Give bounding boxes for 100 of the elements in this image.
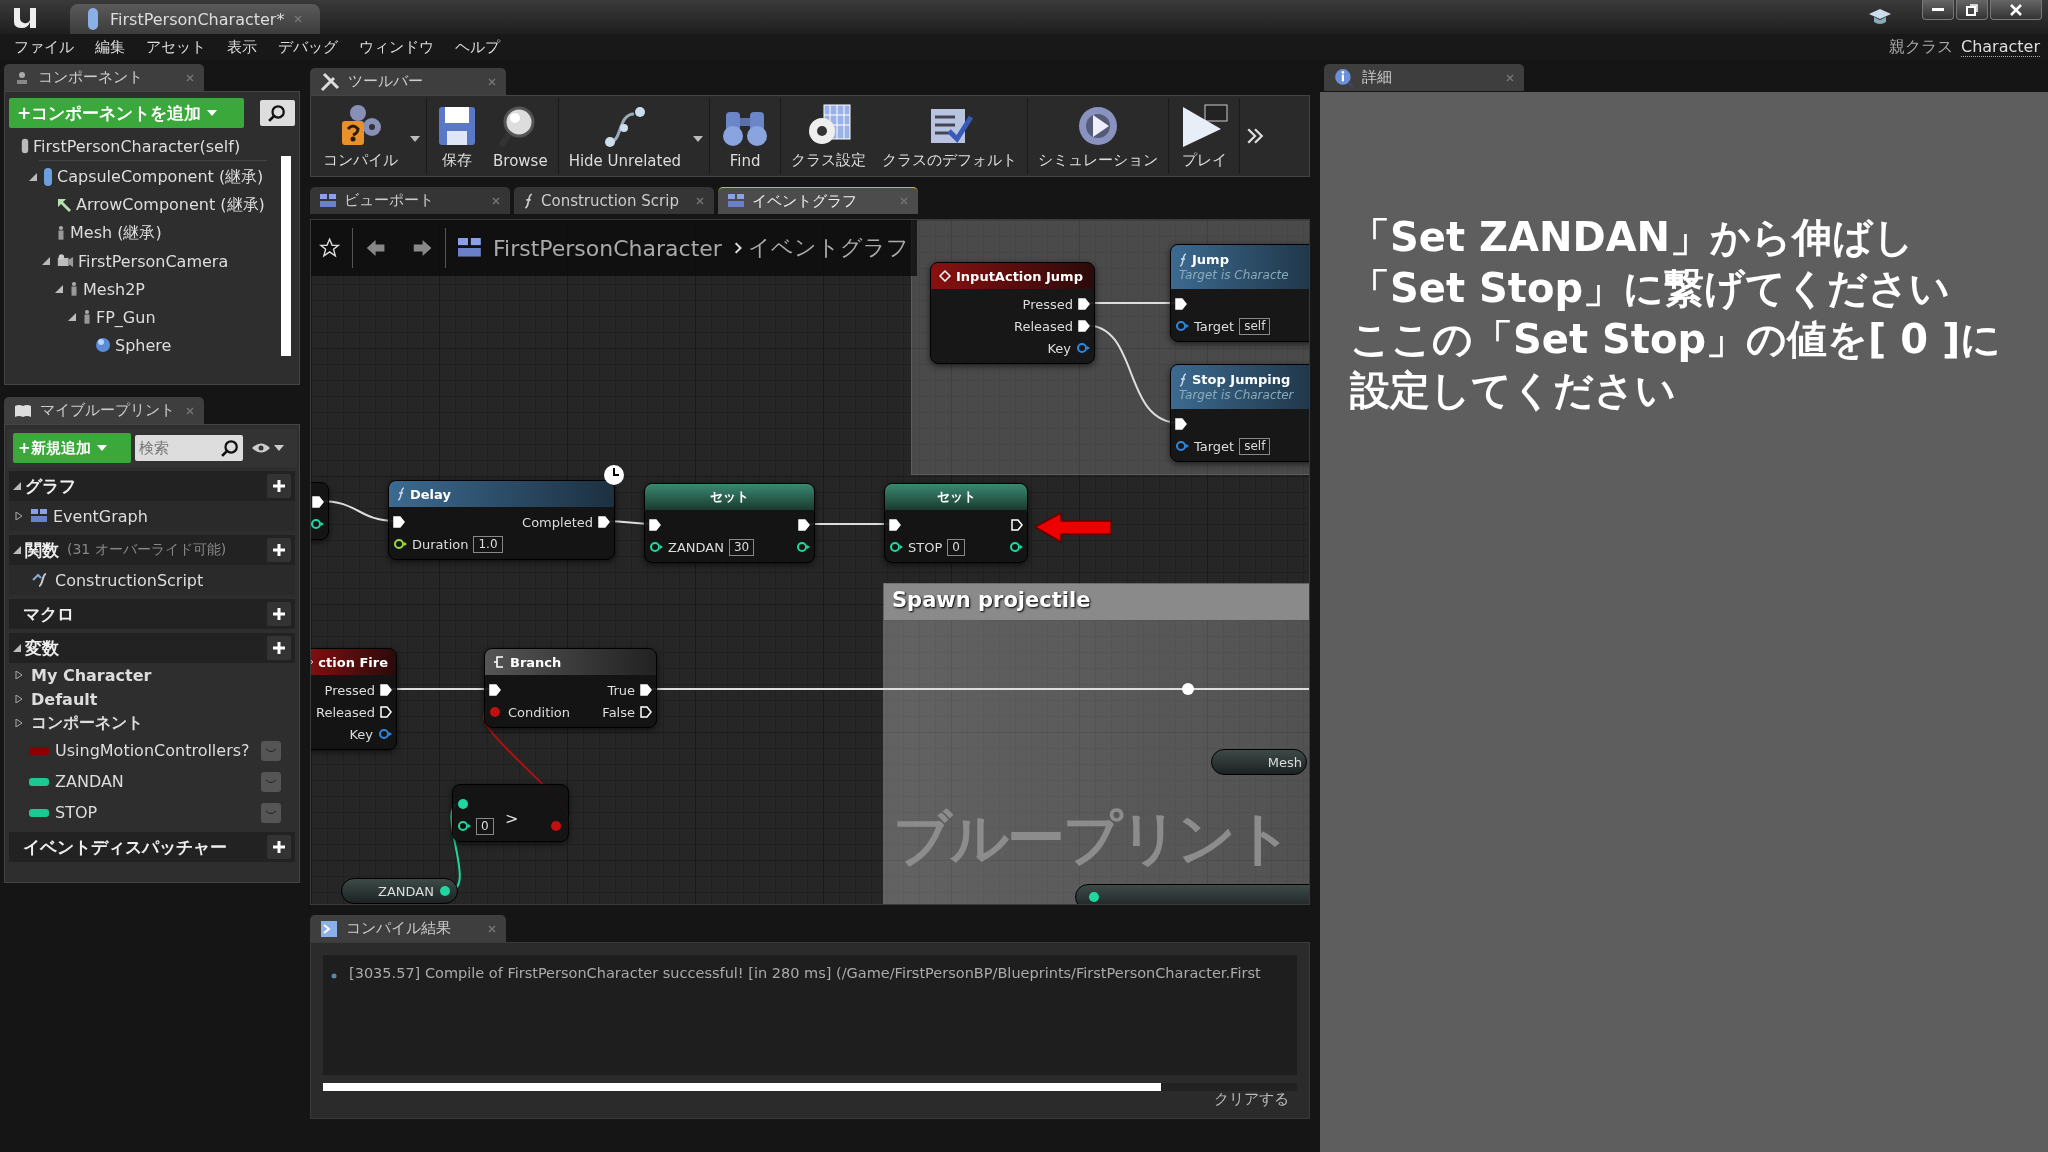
graph-node[interactable]: Branch True Condition False — [484, 648, 657, 728]
toolbar-button[interactable]: 保存 — [429, 98, 485, 174]
toolbar-button[interactable]: Browse — [485, 98, 556, 174]
document-tab[interactable]: Construction Scrip — [514, 187, 714, 214]
tree-item[interactable]: FirstPersonCamera — [9, 247, 271, 275]
data-pin-icon[interactable] — [457, 820, 471, 832]
exec-pin-icon[interactable] — [312, 496, 324, 508]
exec-pin-icon[interactable] — [1175, 418, 1187, 430]
graph-node[interactable]: セット STOP 0 — [884, 483, 1028, 563]
tree-item[interactable]: Mesh2P — [9, 275, 271, 303]
variable-item[interactable]: ZANDAN — [9, 766, 295, 797]
exec-pin-icon[interactable] — [598, 516, 610, 528]
graduation-cap-icon[interactable] — [1868, 7, 1892, 27]
tree-item[interactable]: FP_Gun — [9, 303, 271, 331]
data-pin-icon[interactable] — [1009, 541, 1023, 553]
graph-node[interactable]: Stop Jumping Target is Character Target self — [1170, 364, 1309, 462]
category-item[interactable]: コンポーネント — [9, 711, 295, 735]
document-tab[interactable]: FirstPersonCharacter* — [70, 4, 320, 34]
expand-arrow-icon[interactable] — [15, 719, 23, 727]
menu-item[interactable]: ファイル — [8, 37, 89, 57]
value-field[interactable]: 0 — [947, 538, 965, 556]
clear-button[interactable]: クリアする — [1208, 1089, 1295, 1110]
document-tab[interactable]: ビューポート — [310, 187, 510, 214]
graph-node[interactable]: Delay Completed Duration 1.0 — [388, 480, 615, 560]
close-button[interactable] — [1990, 0, 2042, 20]
exec-pin-icon[interactable] — [640, 706, 652, 718]
close-icon[interactable] — [186, 406, 194, 415]
variable-item[interactable]: STOP — [9, 797, 295, 828]
expand-arrow-icon[interactable] — [15, 512, 23, 520]
breadcrumb-item[interactable]: イベントグラフ — [748, 233, 909, 263]
graph-node[interactable]: ction Fire Pressed Released Key — [311, 648, 397, 750]
minimize-button[interactable] — [1922, 0, 1954, 20]
close-icon[interactable] — [492, 196, 500, 205]
tree-item[interactable]: CapsuleComponent (継承) — [9, 163, 271, 191]
exec-pin-icon[interactable] — [1078, 320, 1090, 332]
value-field[interactable]: 1.0 — [473, 535, 503, 553]
expand-arrow-icon[interactable] — [42, 257, 50, 265]
close-icon[interactable] — [696, 196, 704, 205]
breadcrumb-item[interactable]: FirstPersonCharacter — [493, 235, 722, 261]
caret-icon[interactable] — [693, 135, 704, 142]
tree-item[interactable]: FirstPersonCharacter(self) — [9, 132, 271, 160]
caret-icon[interactable] — [410, 135, 420, 142]
exec-pin-icon[interactable] — [380, 684, 392, 696]
graph-canvas[interactable] — [310, 219, 1310, 905]
document-tab[interactable]: イベントグラフ — [718, 187, 918, 214]
data-pin-icon[interactable] — [439, 885, 453, 897]
section-title[interactable]: 関数 — [25, 538, 59, 562]
visibility-toggle[interactable] — [261, 771, 281, 792]
data-pin-icon[interactable] — [889, 541, 903, 553]
search-button[interactable] — [259, 100, 295, 126]
chevron-icon[interactable] — [1246, 127, 1265, 145]
menu-item[interactable]: デバッグ — [272, 37, 353, 57]
add-button[interactable] — [267, 602, 291, 626]
exec-pin-icon[interactable] — [489, 684, 501, 696]
search-field[interactable]: 検索 — [135, 435, 243, 461]
data-pin-icon[interactable] — [378, 728, 392, 740]
close-icon[interactable] — [488, 77, 496, 86]
panel-tab[interactable]: ツールバー — [310, 68, 506, 95]
toolbar-button[interactable]: シミュレーション — [1030, 98, 1167, 174]
tree-item[interactable]: Sphere — [9, 331, 271, 359]
panel-tab[interactable]: マイブループリント — [4, 397, 204, 424]
graph-node[interactable]: InputAction Jump Pressed Released Key — [930, 262, 1095, 364]
toolbar-button[interactable]: クラスのデフォルト — [874, 98, 1026, 174]
menu-item[interactable]: ヘルプ — [449, 37, 515, 57]
data-pin-icon[interactable] — [1175, 320, 1189, 332]
exec-pin-icon[interactable] — [1011, 519, 1023, 531]
section-title[interactable]: 変数 — [25, 636, 59, 660]
variable-node[interactable]: ZANDAN — [341, 878, 458, 904]
toolbar-button[interactable]: コンパイル — [315, 98, 406, 174]
close-icon[interactable] — [1506, 73, 1514, 82]
data-pin-icon[interactable] — [1175, 440, 1189, 452]
scrollbar[interactable] — [281, 156, 291, 356]
graph-node[interactable]: 0 > — [452, 784, 569, 842]
exec-pin-icon[interactable] — [380, 706, 392, 718]
data-pin-icon[interactable] — [457, 798, 471, 810]
value-field[interactable]: 30 — [728, 538, 755, 556]
exec-pin-icon[interactable] — [649, 519, 661, 531]
section-title[interactable]: マクロ — [23, 602, 74, 626]
panel-tab[interactable]: コンポーネント — [4, 64, 204, 91]
tree-item[interactable]: Mesh (継承) — [9, 219, 271, 247]
menu-item[interactable]: ウィンドウ — [353, 37, 449, 57]
close-icon[interactable] — [186, 73, 194, 82]
exec-pin-icon[interactable] — [889, 519, 901, 531]
add-button[interactable] — [267, 538, 291, 562]
expand-arrow-icon[interactable] — [15, 695, 23, 703]
data-pin-icon[interactable] — [796, 541, 810, 553]
data-pin-icon[interactable] — [1088, 891, 1102, 903]
panel-tab[interactable]: 詳細 — [1324, 64, 1524, 91]
value-field[interactable]: 0 — [476, 817, 494, 835]
exec-pin-icon[interactable] — [1175, 298, 1187, 310]
toolbar-button[interactable]: プレイ — [1171, 98, 1238, 174]
menu-item[interactable]: 表示 — [221, 37, 272, 57]
value-field[interactable]: self — [1239, 437, 1271, 455]
menu-item[interactable]: 編集 — [89, 37, 140, 57]
category-item[interactable]: Default — [9, 687, 295, 711]
variable-item[interactable]: UsingMotionControllers? — [9, 735, 295, 766]
category-item[interactable]: My Character — [9, 663, 295, 687]
data-pin-icon[interactable] — [393, 538, 407, 550]
variable-node[interactable]: Mesh — [1211, 749, 1307, 775]
section-title[interactable]: グラフ — [25, 474, 76, 498]
